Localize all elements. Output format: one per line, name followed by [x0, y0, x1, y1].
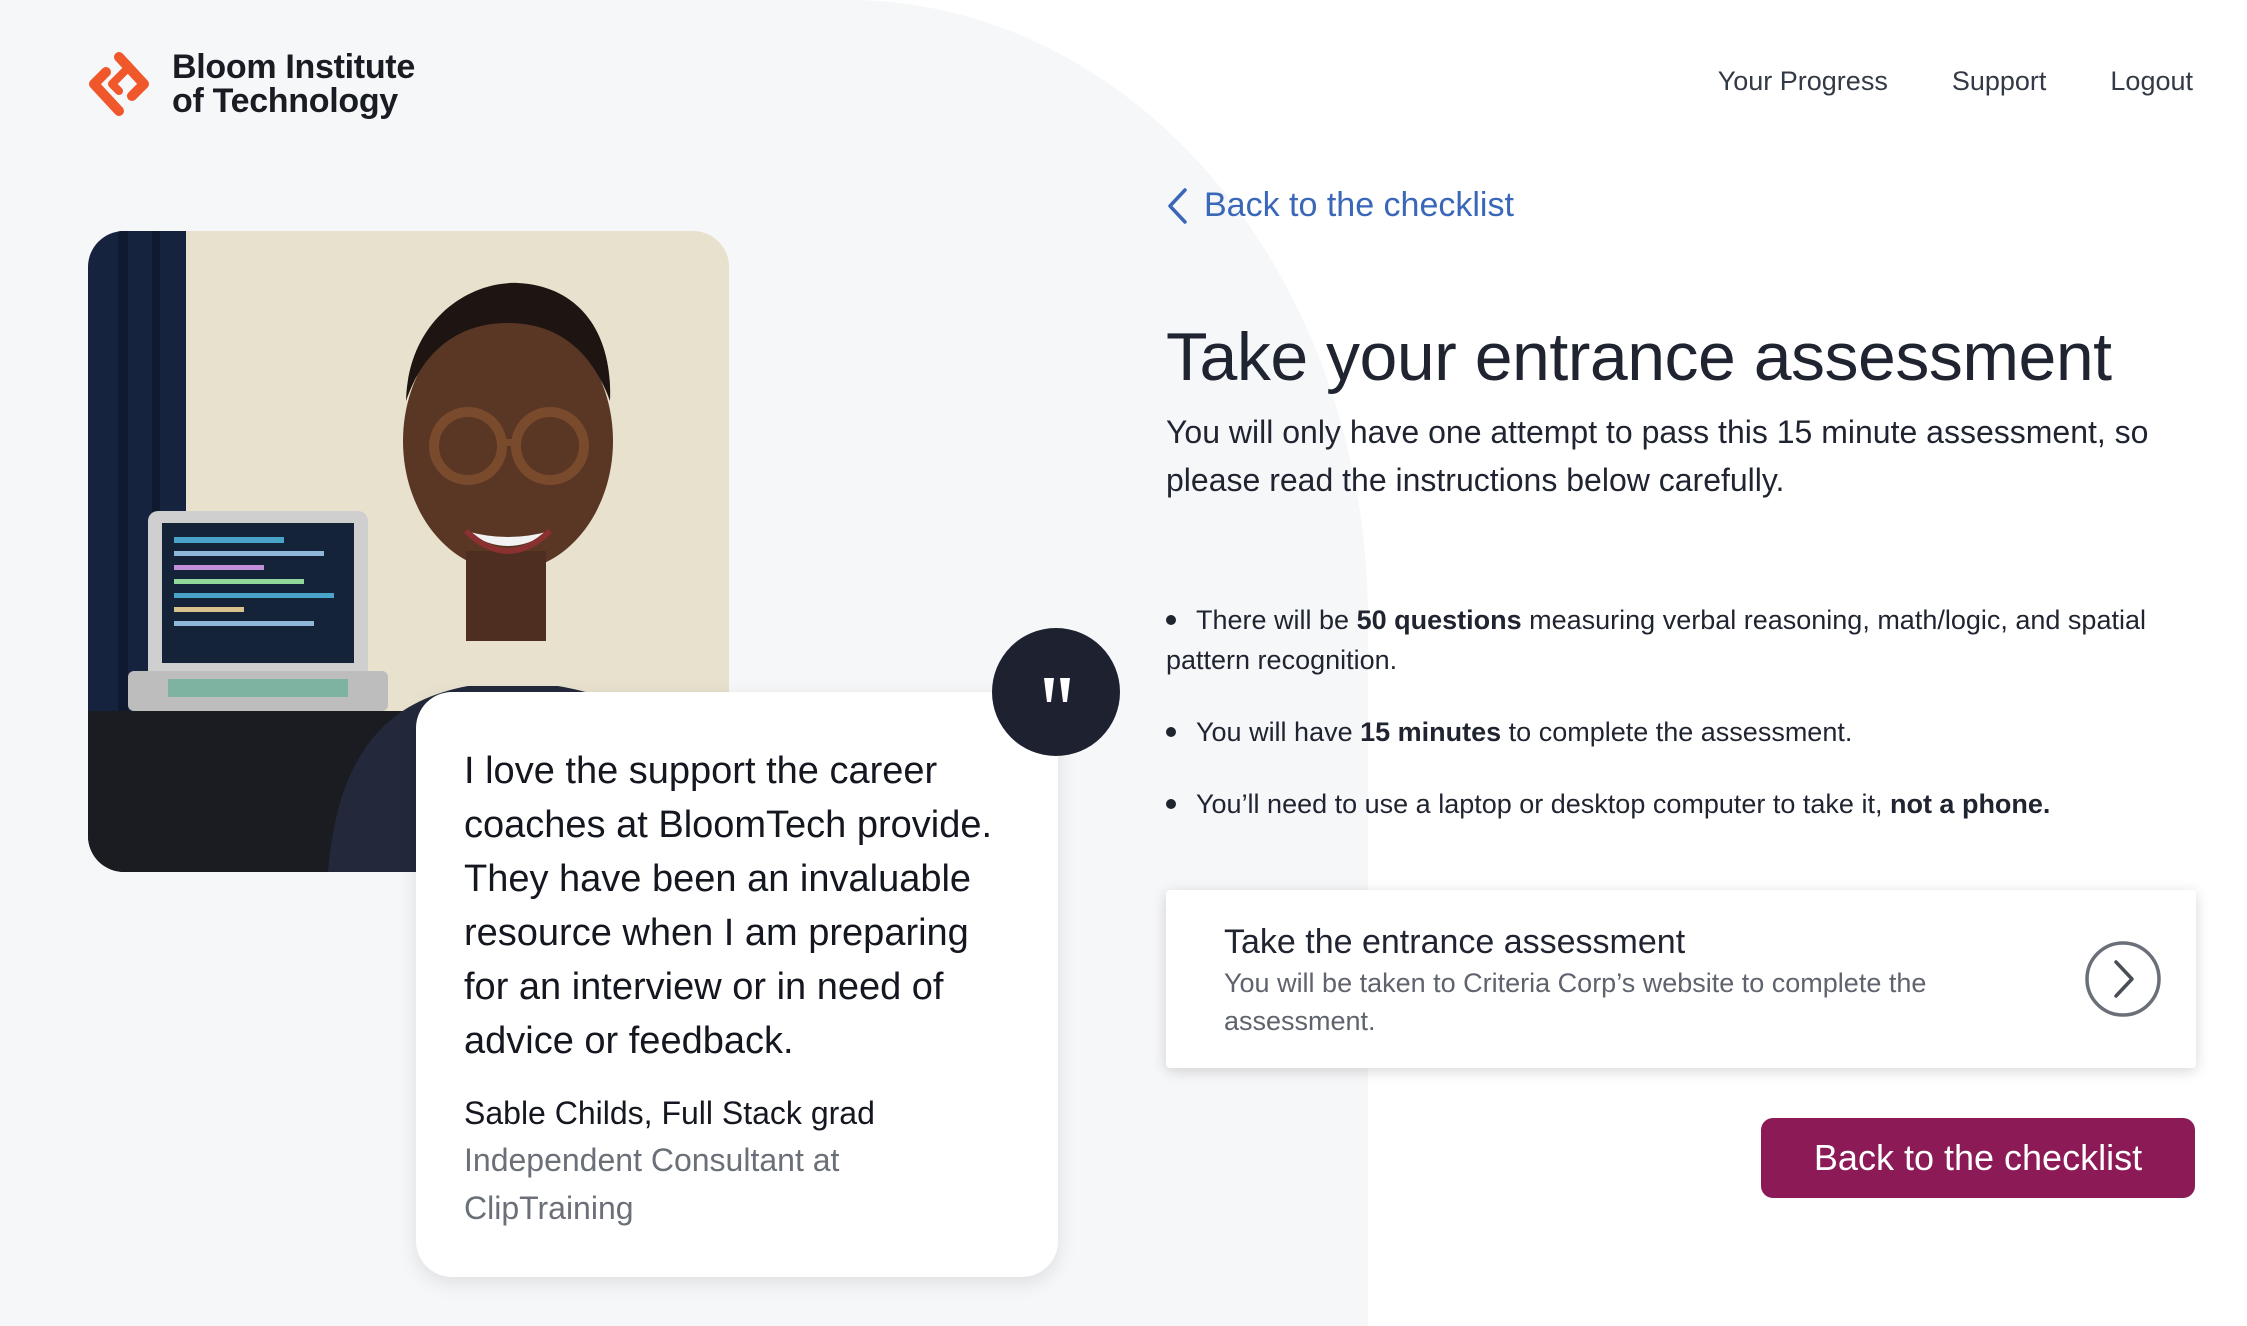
instructions-list: There will be 50 questions measuring ver… — [1166, 600, 2196, 856]
chevron-left-icon — [1168, 187, 1187, 224]
brand-name-line2: of Technology — [172, 82, 398, 120]
top-nav: Your Progress Support Logout — [1718, 66, 2193, 97]
instruction-item: You’ll need to use a laptop or desktop c… — [1166, 784, 2196, 824]
chevron-right-circle-icon[interactable] — [2084, 940, 2162, 1018]
quote-badge — [992, 628, 1120, 756]
page-title: Take your entrance assessment — [1166, 319, 2112, 395]
cta-title: Take the entrance assessment — [1224, 923, 1686, 961]
instruction-pre: There will be — [1196, 605, 1357, 635]
brand-logo[interactable]: Bloom Institute of Technology — [86, 50, 415, 118]
instruction-item: You will have 15 minutes to complete the… — [1166, 712, 2196, 752]
testimonial-role: Independent Consultant at ClipTraining — [464, 1142, 840, 1226]
quote-mark-icon — [1044, 678, 1070, 702]
cta-description: You will be taken to Criteria Corp’s web… — [1224, 968, 1927, 1036]
page-subtitle: You will only have one attempt to pass t… — [1166, 414, 2149, 498]
bullet-dot — [1166, 726, 1176, 737]
nav-logout[interactable]: Logout — [2110, 66, 2193, 97]
testimonial-card: I love the support the career coaches at… — [416, 692, 1058, 1277]
back-to-checklist-link[interactable]: Back to the checklist — [1166, 186, 1514, 225]
back-link-label: Back to the checklist — [1204, 186, 1514, 224]
instruction-pre: You’ll need to use a laptop or desktop c… — [1196, 789, 1890, 819]
instruction-bold: 50 questions — [1356, 605, 1522, 635]
bloomtech-logo-icon — [89, 52, 149, 116]
instruction-pre: You will have — [1196, 717, 1361, 747]
testimonial-quote: I love the support the career coaches at… — [464, 750, 993, 1062]
nav-support[interactable]: Support — [1952, 66, 2047, 97]
testimonial-author: Sable Childs, Full Stack grad — [464, 1095, 875, 1131]
brand-name: Bloom Institute of Technology — [172, 50, 415, 118]
instruction-bold: not a phone. — [1889, 789, 2051, 819]
instruction-item: There will be 50 questions measuring ver… — [1166, 600, 2196, 680]
back-to-checklist-button[interactable]: Back to the checklist — [1761, 1118, 2195, 1198]
instruction-bold: 15 minutes — [1360, 717, 1502, 747]
instruction-post: to complete the assessment. — [1501, 717, 1853, 747]
nav-your-progress[interactable]: Your Progress — [1718, 66, 1888, 97]
bullet-dot — [1166, 798, 1176, 809]
bullet-dot — [1166, 614, 1176, 625]
brand-name-line1: Bloom Institute — [172, 48, 415, 86]
take-assessment-card[interactable]: Take the entrance assessment You will be… — [1166, 890, 2196, 1068]
